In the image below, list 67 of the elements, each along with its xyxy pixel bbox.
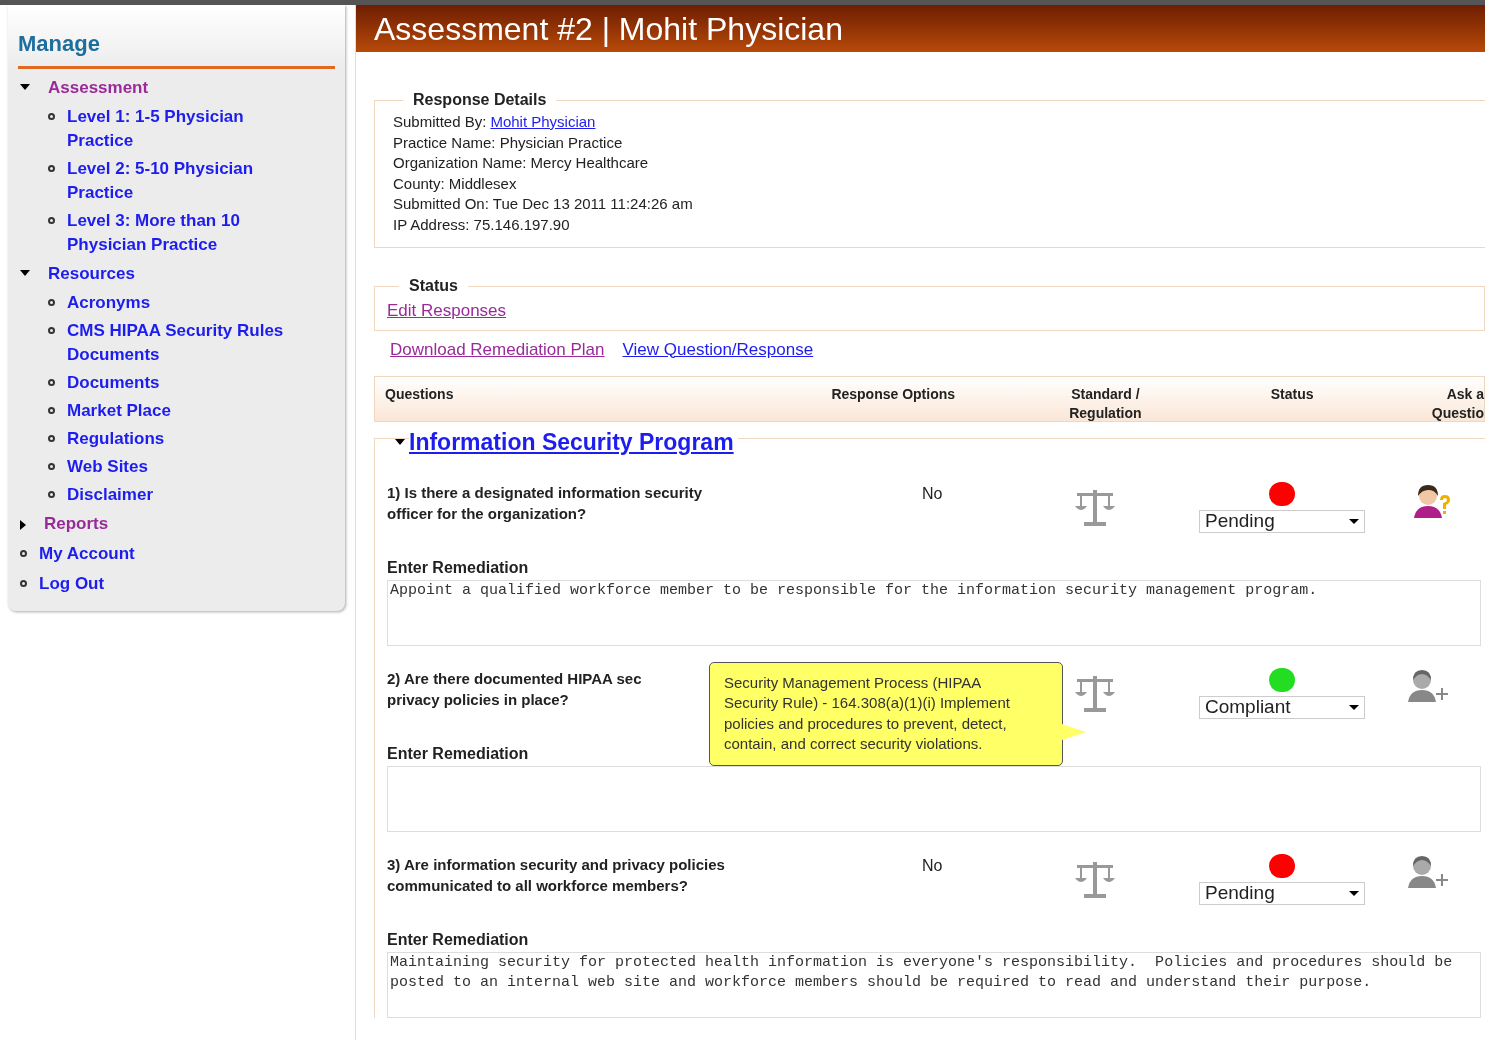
detail-line: Practice Name: Physician Practice (393, 132, 624, 153)
collapsed-arrow-icon[interactable] (20, 520, 26, 530)
bullet-icon (20, 550, 27, 557)
column-header: Status (1269, 385, 1315, 404)
detail-line: Submitted On: Tue Dec 13 2011 11:24:26 am (393, 194, 694, 214)
bullet-icon (48, 327, 55, 334)
bullet-icon (48, 217, 55, 224)
sidebar-link[interactable]: Resources (48, 262, 135, 286)
sidebar-link[interactable]: Web Sites (67, 455, 148, 479)
bullet-icon (48, 113, 55, 120)
detail-line: IP Address: 75.146.197.90 (393, 214, 571, 235)
expanded-arrow-icon[interactable] (20, 84, 30, 90)
field-label: Enter Remediation (387, 929, 529, 950)
column-header: Questions (384, 385, 455, 404)
sidebar-link[interactable]: Regulations (67, 427, 165, 451)
field-label: Enter Remediation (387, 743, 529, 764)
column-header: Standard / Regulation (1068, 385, 1143, 421)
page-title: Assessment #2 | Mohit Physician (374, 12, 843, 45)
sidebar-link[interactable]: Documents (67, 371, 160, 395)
bullet-icon (48, 299, 55, 306)
remediation-field[interactable]: Maintaining security for protected health information is everyone's responsibility. Policies and procedures should be posted to an internal web site and workforce members should be required to read and understand their purpose. (387, 951, 1481, 1018)
sidebar-link[interactable]: Log Out (39, 572, 105, 596)
sidebar-link[interactable]: Level 1: 1-5 Physician Practice (67, 105, 307, 153)
remediation-field[interactable] (387, 765, 1481, 832)
column-header: Ask a Questio (1430, 385, 1484, 421)
submitter-link[interactable]: Mohit Physician (490, 112, 596, 133)
sidebar-title: Manage (18, 27, 335, 69)
action-link[interactable]: View Question/Response (622, 336, 814, 362)
sidebar-link[interactable]: Market Place (67, 399, 171, 423)
sidebar-link[interactable]: Assessment (48, 76, 149, 100)
sidebar-link[interactable]: Acronyms (67, 291, 151, 315)
sidebar-link[interactable]: Level 3: More than 10 Physician Practice (67, 209, 307, 257)
section-legend: Response Details (403, 88, 557, 112)
edit-link[interactable]: Edit Responses (387, 301, 507, 320)
bullet-icon (20, 580, 27, 587)
detail-line: Organization Name: Mercy Healthcare (393, 153, 650, 173)
section-legend: Status (399, 274, 468, 298)
status-select[interactable]: Pending (1199, 881, 1365, 905)
question-text: privacy policies in place? (387, 689, 569, 710)
sidebar-link[interactable]: My Account (39, 542, 135, 566)
sidebar-link[interactable]: Disclaimer (67, 483, 153, 507)
detail-label: Submitted By: (393, 112, 487, 132)
question-text: 1) Is there a designated information security (387, 482, 703, 503)
sidebar-link[interactable]: CMS HIPAA Security Rules Documents (67, 319, 307, 367)
status-select[interactable]: Pending (1199, 509, 1365, 533)
bullet-icon (48, 463, 55, 470)
bullet-icon (48, 435, 55, 442)
response-value: No (922, 856, 943, 874)
column-header: Response Options (831, 385, 957, 404)
detail-line: County: Middlesex (393, 173, 518, 194)
question-text: officer for the organization? (387, 503, 587, 524)
bullet-icon (48, 491, 55, 498)
tooltip-text: Security Management Process (HIPAA Security Rule) - 164.308(a)(1)(i) Implement policies and procedures to prevent, detect, contain, and correct security violations. (724, 673, 1010, 752)
status-select[interactable]: Compliant (1199, 695, 1365, 719)
expanded-arrow-icon[interactable] (20, 270, 30, 276)
field-label: Enter Remediation (387, 557, 529, 578)
bullet-icon (48, 379, 55, 386)
bullet-icon (48, 407, 55, 414)
bullet-icon (48, 165, 55, 172)
question-text: 2) Are there documented HIPAA sec (387, 668, 642, 689)
question-text: 3) Are information security and privacy policies (387, 854, 725, 875)
sidebar-link[interactable]: Reports (44, 512, 109, 536)
response-value: No (922, 484, 943, 502)
question-text: communicated to all workforce members? (387, 875, 688, 896)
sidebar-link[interactable]: Level 2: 5-10 Physician Practice (67, 157, 307, 205)
action-link[interactable]: Download Remediation Plan (390, 336, 605, 362)
remediation-field[interactable]: Appoint a qualified workforce member to be responsible for the information security management program. (387, 579, 1481, 646)
